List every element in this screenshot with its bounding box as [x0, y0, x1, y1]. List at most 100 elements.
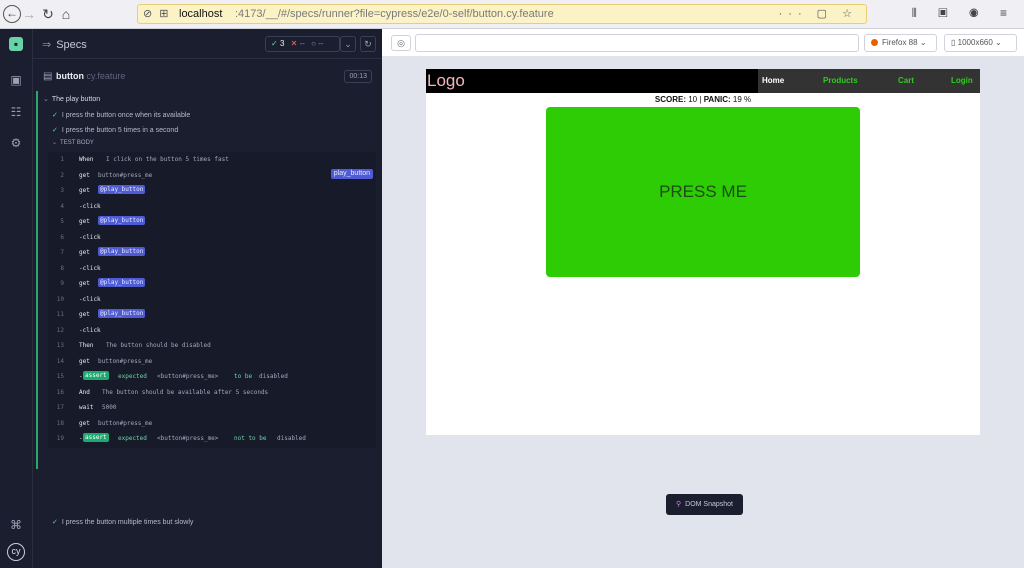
caret-down-icon: ⌄: [43, 96, 49, 103]
command-name: wait: [79, 404, 94, 411]
score-value: 10: [688, 95, 698, 104]
failed-icon: ✕: [290, 39, 298, 48]
alias-badge: @play_button: [98, 309, 146, 318]
reporter-header: ⇒ Specs ✓ 3 ✕ -- ○ -- ⌄ ↻: [33, 29, 382, 59]
forward-arrow-icon[interactable]: →: [20, 5, 38, 23]
site-info-icon[interactable]: ⊘ ⊞: [143, 7, 171, 20]
command-name: get: [79, 218, 90, 225]
browser-name: Firefox 88: [882, 38, 918, 47]
line-number: 3: [60, 187, 64, 194]
command-row[interactable]: 17 wait 5000: [48, 400, 376, 414]
specs-list-icon[interactable]: ☷: [9, 105, 23, 119]
line-number: 10: [56, 295, 64, 303]
command-row[interactable]: 13 Then The button should be disabled: [48, 338, 376, 352]
selector-playground-icon[interactable]: ◎: [391, 35, 411, 51]
project-logo-icon[interactable]: ▪: [9, 37, 23, 51]
line-number: 11: [56, 311, 64, 318]
command-row[interactable]: 12 -click: [48, 323, 376, 337]
viewport-selector[interactable]: ▯ 1000x660 ⌄: [944, 34, 1017, 52]
cypress-logo-icon[interactable]: cy: [7, 543, 25, 561]
command-row[interactable]: 19- assert expected <button#press_me> not to…: [48, 431, 376, 445]
line-number: 13: [56, 342, 64, 349]
test-item[interactable]: ✓ I press the button 5 times in a second: [52, 126, 178, 134]
separator: |: [699, 95, 702, 104]
reload-icon[interactable]: ↻: [39, 5, 57, 23]
cypress-sidebar: ▪ ▣ ☷ ⚙ ⌘ cy: [0, 29, 33, 568]
browser-toolbar: ← → ↻ ⌂ ⊘ ⊞ localhost :4173/__/#/specs/r…: [0, 0, 1024, 29]
command-row[interactable]: 8 -click: [48, 261, 376, 275]
rerun-icon[interactable]: ↻: [360, 36, 376, 52]
command-row[interactable]: 5 get @play_button: [48, 214, 376, 228]
command-row[interactable]: 4 -click: [48, 199, 376, 213]
command-row[interactable]: 18 get button#press_me: [48, 416, 376, 430]
nav-login[interactable]: Login: [951, 76, 973, 85]
nav-products[interactable]: Products: [823, 76, 858, 85]
aut-url-field[interactable]: [415, 34, 859, 52]
browser-selector[interactable]: Firefox 88 ⌄: [864, 34, 937, 52]
home-icon[interactable]: ⌂: [57, 5, 75, 23]
command-row[interactable]: 16 And The button should be available afte…: [48, 385, 376, 399]
command-row[interactable]: 15- assert expected <button#press_me> to be d…: [48, 369, 376, 383]
line-number: 7: [60, 249, 64, 256]
viewport-size: 1000x660: [957, 38, 993, 47]
specs-toggle[interactable]: ⇒ Specs: [42, 38, 87, 51]
assert-value: disabled: [259, 373, 288, 380]
firefox-icon: [871, 39, 878, 46]
command-row[interactable]: 11 get @play_button: [48, 307, 376, 321]
failed-count: --: [299, 39, 305, 48]
settings-gear-icon[interactable]: ⚙: [9, 136, 23, 150]
command-row[interactable]: 2 get button#press_me play_button: [48, 168, 376, 182]
nav-home[interactable]: Home: [762, 76, 784, 85]
document-icon: ▤: [43, 71, 53, 82]
address-bar[interactable]: ⊘ ⊞ localhost :4173/__/#/specs/runner?fi…: [137, 4, 867, 24]
command-row[interactable]: 14 get button#press_me: [48, 354, 376, 368]
page-actions-icon[interactable]: ··· ▢ ☆: [779, 7, 858, 20]
press-me-button[interactable]: PRESS ME: [546, 107, 860, 277]
line-number: 9: [60, 280, 64, 287]
test-item[interactable]: ✓ I press the button once when its availa…: [52, 111, 190, 119]
duration-badge: 00:13: [344, 70, 372, 83]
command-row[interactable]: 7 get @play_button: [48, 245, 376, 259]
assert-expected: expected: [118, 373, 147, 380]
command-row[interactable]: 6 -click: [48, 230, 376, 244]
chevron-down-icon[interactable]: ⌄: [340, 36, 356, 52]
passed-count: 3: [279, 39, 285, 48]
score-panel: SCORE: 10 | PANIC: 19 %: [426, 95, 980, 104]
check-icon: ✓: [52, 127, 58, 134]
panic-value: 19 %: [732, 95, 752, 104]
runs-icon[interactable]: ▣: [9, 73, 23, 87]
command-arg: button#press_me: [98, 171, 153, 179]
command-arg: button#press_me: [98, 419, 153, 427]
file-name: button: [56, 71, 84, 81]
command-name: -click: [79, 233, 101, 241]
command-arg: I click on the button 5 times fast: [106, 156, 229, 163]
test-item[interactable]: ✓ I press the button multiple times but s…: [52, 518, 193, 526]
keyboard-shortcut-icon[interactable]: ⌘: [9, 518, 23, 532]
command-row[interactable]: 3 get @play_button: [48, 183, 376, 197]
spec-file-header: ▤ button cy.feature 00:13: [33, 66, 382, 88]
assert-matcher: to be: [234, 373, 253, 380]
command-row[interactable]: 9 get @play_button: [48, 276, 376, 290]
aut-page: Logo Home Products Cart Login SCORE: 10 …: [426, 69, 980, 435]
suite-title[interactable]: ⌄ The play button: [43, 95, 100, 103]
dom-snapshot-badge[interactable]: ⚲ DOM Snapshot: [666, 494, 743, 515]
assert-matcher: not to be: [234, 435, 267, 442]
line-number: 18: [56, 419, 64, 427]
assert-subject: <button#press_me>: [157, 373, 219, 380]
line-number: 17: [56, 404, 64, 411]
command-row[interactable]: 1 When I click on the button 5 times fast: [48, 152, 376, 166]
test-stats: ✓ 3 ✕ -- ○ --: [265, 36, 340, 52]
pending-count: --: [318, 39, 324, 48]
passed-icon: ✓: [271, 39, 278, 48]
test-body-label[interactable]: ⌄ TEST BODY: [52, 139, 94, 146]
nav-cart[interactable]: Cart: [898, 76, 914, 85]
back-arrow-icon[interactable]: ←: [3, 5, 21, 23]
command-arg: 5000: [102, 404, 117, 411]
command-name: -click: [79, 295, 101, 303]
command-name: get: [79, 187, 90, 194]
toolbar-menu-icons[interactable]: ⫴ ▣ ◉ ≡: [912, 6, 1016, 21]
command-name: get: [79, 357, 90, 365]
aut-logo[interactable]: Logo: [427, 71, 465, 91]
command-row[interactable]: 10 -click: [48, 292, 376, 306]
command-name: get: [79, 249, 90, 256]
